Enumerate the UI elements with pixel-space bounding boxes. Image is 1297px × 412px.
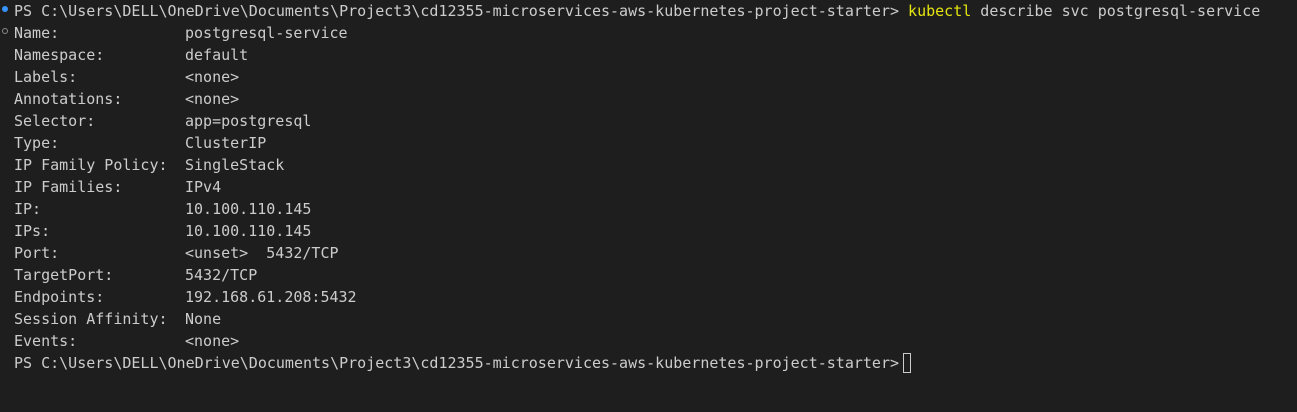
field-value: 5432/TCP — [185, 266, 258, 284]
field-label: Session Affinity: — [14, 310, 168, 328]
prompt-text: PS C:\Users\DELL\OneDrive\Documents\Proj… — [14, 2, 900, 20]
text-cursor — [903, 352, 912, 373]
prompt-text: PS C:\Users\DELL\OneDrive\Documents\Proj… — [14, 354, 900, 372]
field-value: ClusterIP — [185, 134, 267, 152]
field-label: Annotations: — [14, 90, 123, 108]
current-prompt-line[interactable]: PS C:\Users\DELL\OneDrive\Documents\Proj… — [14, 352, 912, 374]
field-value: 10.100.110.145 — [185, 200, 312, 218]
field-label: Endpoints: — [14, 288, 105, 306]
field-value: postgresql-service — [185, 24, 348, 42]
command-line: PS C:\Users\DELL\OneDrive\Documents\Proj… — [14, 0, 1260, 22]
field-value: <none> — [185, 68, 240, 86]
field-label: Labels: — [14, 68, 78, 86]
field-label: IPs: — [14, 222, 51, 240]
field-value: IPv4 — [185, 178, 222, 196]
field-value: <none> — [185, 90, 240, 108]
field-value: 192.168.61.208:5432 — [185, 288, 357, 306]
field-value: None — [185, 310, 222, 328]
command-name: kubectl — [908, 2, 972, 20]
field-label: Port: — [14, 244, 60, 262]
field-value: app=postgresql — [185, 112, 312, 130]
field-label: TargetPort: — [14, 266, 114, 284]
command-success-decoration-icon[interactable] — [2, 6, 8, 12]
field-value: SingleStack — [185, 156, 285, 174]
field-label: Events: — [14, 332, 78, 350]
field-label: Name: — [14, 24, 60, 42]
command-decoration-icon[interactable] — [2, 28, 8, 34]
field-label: IP Families: — [14, 178, 123, 196]
field-value: <unset> 5432/TCP — [185, 244, 339, 262]
field-label: IP: — [14, 200, 42, 218]
terminal-panel[interactable]: PS C:\Users\DELL\OneDrive\Documents\Proj… — [0, 0, 1297, 412]
field-label: Selector: — [14, 112, 96, 130]
field-value: <none> — [185, 332, 240, 350]
field-label: Namespace: — [14, 46, 105, 64]
field-label: IP Family Policy: — [14, 156, 168, 174]
field-value: 10.100.110.145 — [185, 222, 312, 240]
field-value: default — [185, 46, 249, 64]
field-label: Type: — [14, 134, 60, 152]
command-args: describe svc postgresql-service — [980, 2, 1261, 20]
